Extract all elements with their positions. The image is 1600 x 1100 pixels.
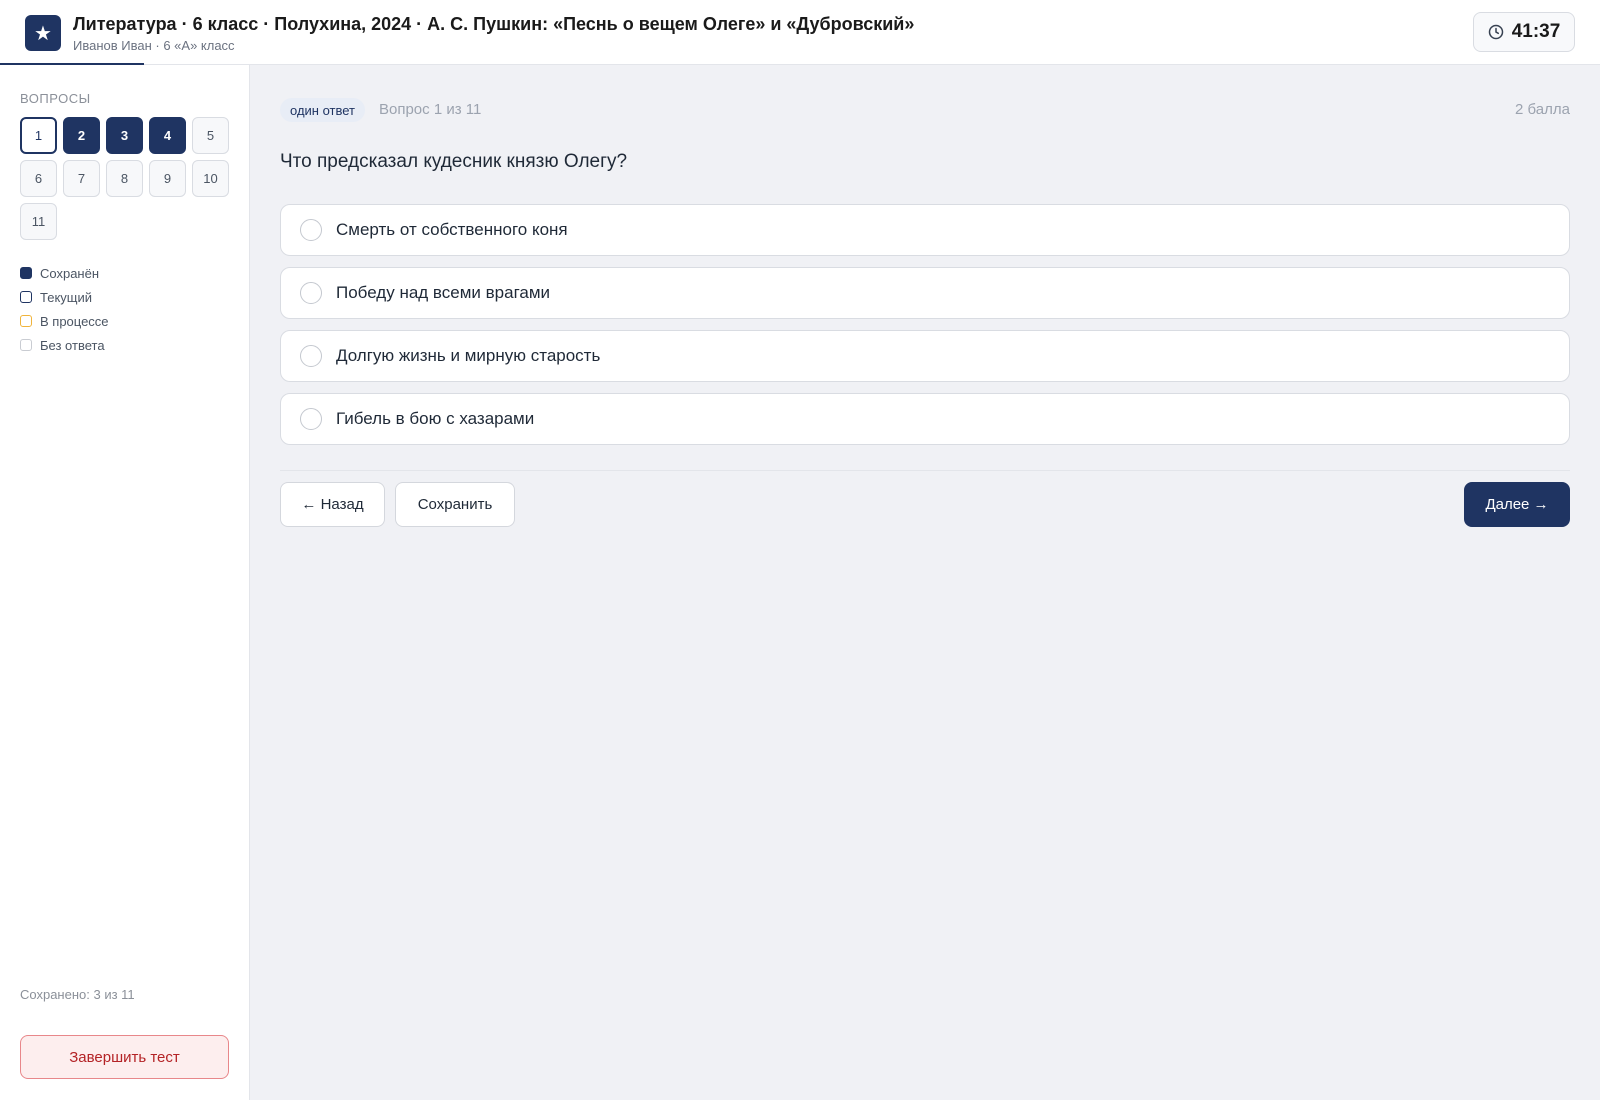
current-swatch-icon [20, 291, 32, 303]
timer-value: 41:37 [1511, 21, 1561, 42]
student-info: Иванов Иван · 6 «А» класс [73, 38, 235, 53]
top-header: ★ Литература · 6 класс · Полухина, 2024 … [0, 0, 1600, 65]
legend-label: Сохранён [40, 265, 100, 281]
answer-option[interactable]: Долгую жизнь и мирную старость [280, 330, 1570, 382]
radio-button[interactable] [300, 282, 322, 304]
saved-count: Сохранено: 3 из 11 [20, 987, 135, 1002]
question-button[interactable]: 11 [20, 203, 57, 240]
answer-option[interactable]: Гибель в бою с хазарами [280, 393, 1570, 445]
question-button[interactable]: 9 [149, 160, 186, 197]
divider [280, 470, 1570, 471]
legend-item-saved: Сохранён [20, 261, 109, 285]
timer-badge: 41:37 [1473, 12, 1575, 52]
question-button[interactable]: 3 [106, 117, 143, 154]
saved-swatch-icon [20, 267, 32, 279]
answer-options: Смерть от собственного коня Победу над в… [280, 204, 1570, 456]
legend-item-progress: В процессе [20, 309, 109, 333]
legend-item-current: Текущий [20, 285, 109, 309]
answer-option-label: Победу над всеми врагами [336, 283, 551, 302]
question-points: 2 балла [1515, 101, 1570, 118]
question-button[interactable]: 2 [63, 117, 100, 154]
legend-item-empty: Без ответа [20, 333, 109, 357]
answer-option-label: Гибель в бою с хазарами [336, 409, 535, 428]
legend-label: Текущий [40, 289, 92, 305]
finish-test-button[interactable]: Завершить тест [20, 1035, 229, 1079]
question-button[interactable]: 7 [63, 160, 100, 197]
answer-option-label: Смерть от собственного коня [336, 220, 568, 239]
in-progress-swatch-icon [20, 315, 32, 327]
question-grid: 1 2 3 4 5 6 7 8 9 10 11 [20, 117, 232, 240]
save-button[interactable]: Сохранить [395, 482, 515, 527]
answer-option[interactable]: Смерть от собственного коня [280, 204, 1570, 256]
question-text: Что предсказал кудесник князю Олегу? [280, 151, 628, 172]
next-button[interactable]: Далее → [1464, 482, 1570, 527]
question-button[interactable]: 4 [149, 117, 186, 154]
radio-button[interactable] [300, 345, 322, 367]
question-meta: один ответ Вопрос 1 из 11 2 балла [280, 98, 1570, 122]
sidebar-heading: ВОПРОСЫ [20, 91, 91, 106]
question-button[interactable]: 8 [106, 160, 143, 197]
question-button[interactable]: 10 [192, 160, 229, 197]
legend-label: Без ответа [40, 337, 105, 353]
radio-button[interactable] [300, 408, 322, 430]
unanswered-swatch-icon [20, 339, 32, 351]
answer-option[interactable]: Победу над всеми врагами [280, 267, 1570, 319]
question-sidebar: ВОПРОСЫ 1 2 3 4 5 6 7 8 9 10 11 Сохранён… [0, 65, 250, 1100]
status-legend: Сохранён Текущий В процессе Без ответа [20, 261, 109, 357]
star-logo-icon: ★ [25, 15, 61, 51]
question-number: Вопрос 1 из 11 [379, 101, 482, 118]
clock-icon [1488, 24, 1503, 40]
question-button[interactable]: 6 [20, 160, 57, 197]
question-button[interactable]: 1 [20, 117, 57, 154]
legend-label: В процессе [40, 313, 109, 329]
question-type-badge: один ответ [280, 98, 365, 122]
question-button[interactable]: 5 [192, 117, 229, 154]
answer-option-label: Долгую жизнь и мирную старость [336, 346, 601, 365]
back-button[interactable]: ← Назад [280, 482, 385, 527]
radio-button[interactable] [300, 219, 322, 241]
test-title: Литература · 6 класс · Полухина, 2024 · … [73, 14, 915, 34]
